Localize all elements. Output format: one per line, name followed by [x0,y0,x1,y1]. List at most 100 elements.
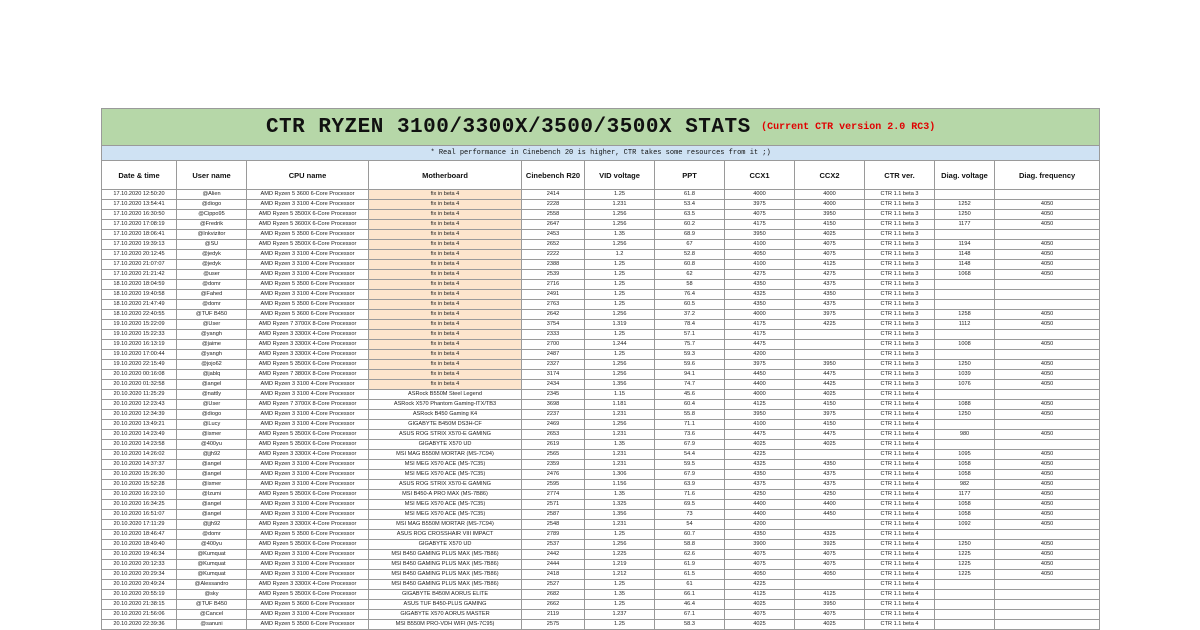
cell-cpu-name[interactable]: AMD Ryzen 3 3100 4-Core Processor [246,419,369,430]
cell-diag-frequency[interactable]: 4050 [993,409,1101,420]
cell-diag-voltage[interactable] [934,579,995,590]
cell-user-name[interactable]: @sky [176,589,247,600]
cell-cinebench-r20[interactable]: 2527 [521,579,585,590]
cell-ctr-ver[interactable]: CTR 1.1 beta 3 [864,189,935,200]
cell-ccx1[interactable]: 4050 [724,569,795,580]
cell-user-name[interactable]: @jjh92 [176,449,247,460]
cell-cinebench-r20[interactable]: 3754 [521,319,585,330]
cell-ppt[interactable]: 60.5 [654,299,725,310]
cell-cinebench-r20[interactable]: 2453 [521,229,585,240]
cell-cinebench-r20[interactable]: 2487 [521,349,585,360]
cell-ppt[interactable]: 37.2 [654,309,725,320]
cell-ccx1[interactable]: 4350 [724,529,795,540]
cell-ppt[interactable]: 54.4 [654,449,725,460]
cell-ppt[interactable]: 73.6 [654,429,725,440]
cell-ccx1[interactable]: 4325 [724,459,795,470]
cell-diag-frequency[interactable]: 4050 [993,519,1101,530]
cell-diag-voltage[interactable]: 1092 [934,519,995,530]
column-header-ccx1[interactable]: CCX1 [724,160,795,190]
cell-ccx2[interactable]: 3975 [794,409,865,420]
cell-user-name[interactable]: @diogo [176,199,247,210]
cell-ccx1[interactable]: 4225 [724,449,795,460]
cell-motherboard[interactable]: ASUS TUF B450-PLUS GAMING [368,599,522,610]
cell-vid-voltage[interactable]: 1.15 [584,389,655,400]
cell-user-name[interactable]: @domr [176,529,247,540]
cell-date-time[interactable]: 20.10.2020 11:25:29 [101,389,177,400]
cell-vid-voltage[interactable]: 1.244 [584,339,655,350]
cell-cpu-name[interactable]: AMD Ryzen 3 3300X 4-Core Processor [246,329,369,340]
cell-ctr-ver[interactable]: CTR 1.1 beta 3 [864,309,935,320]
cell-ctr-ver[interactable]: CTR 1.1 beta 4 [864,619,935,630]
cell-vid-voltage[interactable]: 1.35 [584,589,655,600]
cell-diag-voltage[interactable]: 1177 [934,219,995,230]
cell-user-name[interactable]: @400yu [176,539,247,550]
cell-date-time[interactable]: 20.10.2020 14:23:58 [101,439,177,450]
cell-diag-frequency[interactable]: 4050 [993,369,1101,380]
cell-user-name[interactable]: @Inkvizitor [176,229,247,240]
cell-cinebench-r20[interactable]: 2539 [521,269,585,280]
cell-diag-voltage[interactable] [934,439,995,450]
cell-diag-frequency[interactable]: 4050 [993,239,1101,250]
column-header-diag-frequency[interactable]: Diag. frequency [993,160,1101,190]
cell-ppt[interactable]: 59.5 [654,459,725,470]
cell-diag-frequency[interactable]: 4050 [993,379,1101,390]
cell-cinebench-r20[interactable]: 2571 [521,499,585,510]
cell-ccx1[interactable]: 4200 [724,349,795,360]
cell-date-time[interactable]: 19.10.2020 16:13:19 [101,339,177,350]
cell-user-name[interactable]: @sanuni [176,619,247,630]
column-header-motherboard[interactable]: Motherboard [368,160,522,190]
cell-cpu-name[interactable]: AMD Ryzen 3 3100 4-Core Processor [246,409,369,420]
cell-diag-voltage[interactable]: 1250 [934,209,995,220]
cell-vid-voltage[interactable]: 1.256 [584,539,655,550]
cell-diag-frequency[interactable] [993,189,1101,200]
cell-motherboard[interactable]: MSI B450-A PRO MAX (MS-7B86) [368,489,522,500]
cell-vid-voltage[interactable]: 1.231 [584,409,655,420]
cell-vid-voltage[interactable]: 1.256 [584,369,655,380]
cell-vid-voltage[interactable]: 1.25 [584,269,655,280]
cell-diag-frequency[interactable]: 4050 [993,219,1101,230]
cell-ppt[interactable]: 54 [654,519,725,530]
cell-cpu-name[interactable]: AMD Ryzen 3 3100 4-Core Processor [246,459,369,470]
cell-ppt[interactable]: 60.7 [654,529,725,540]
cell-vid-voltage[interactable]: 1.256 [584,239,655,250]
cell-ctr-ver[interactable]: CTR 1.1 beta 3 [864,299,935,310]
cell-cpu-name[interactable]: AMD Ryzen 3 3100 4-Core Processor [246,249,369,260]
cell-ccx2[interactable]: 4075 [794,249,865,260]
cell-user-name[interactable]: @TUF B450 [176,599,247,610]
cell-ctr-ver[interactable]: CTR 1.1 beta 4 [864,509,935,520]
cell-ccx1[interactable]: 4075 [724,209,795,220]
cell-cpu-name[interactable]: AMD Ryzen 5 3500 6-Core Processor [246,529,369,540]
cell-motherboard[interactable]: fix in beta 4 [368,309,522,320]
cell-diag-frequency[interactable]: 4050 [993,549,1101,560]
cell-diag-voltage[interactable]: 1058 [934,469,995,480]
cell-diag-frequency[interactable]: 4050 [993,509,1101,520]
cell-ppt[interactable]: 73 [654,509,725,520]
cell-diag-frequency[interactable] [993,619,1101,630]
cell-ccx2[interactable] [794,449,865,460]
cell-motherboard[interactable]: ASRock B450 Gaming K4 [368,409,522,420]
cell-ccx2[interactable]: 4475 [794,429,865,440]
cell-cinebench-r20[interactable]: 2789 [521,529,585,540]
cell-vid-voltage[interactable]: 1.25 [584,599,655,610]
cell-date-time[interactable]: 17.10.2020 21:21:42 [101,269,177,280]
cell-ctr-ver[interactable]: CTR 1.1 beta 3 [864,209,935,220]
cell-motherboard[interactable]: ASRock B550M Steel Legend [368,389,522,400]
cell-cinebench-r20[interactable]: 2476 [521,469,585,480]
cell-ctr-ver[interactable]: CTR 1.1 beta 3 [864,219,935,230]
cell-diag-voltage[interactable]: 1252 [934,199,995,210]
cell-ccx2[interactable]: 4325 [794,529,865,540]
cell-vid-voltage[interactable]: 1.35 [584,229,655,240]
cell-cpu-name[interactable]: AMD Ryzen 5 3500X 6-Core Processor [246,359,369,370]
cell-vid-voltage[interactable]: 1.256 [584,219,655,230]
cell-date-time[interactable]: 19.10.2020 17:00:44 [101,349,177,360]
cell-diag-voltage[interactable]: 982 [934,479,995,490]
cell-motherboard[interactable]: GIGABYTE X570 UD [368,539,522,550]
cell-diag-frequency[interactable] [993,599,1101,610]
cell-ccx1[interactable]: 4250 [724,489,795,500]
cell-cinebench-r20[interactable]: 2642 [521,309,585,320]
cell-ctr-ver[interactable]: CTR 1.1 beta 3 [864,229,935,240]
column-header-date-time[interactable]: Date & time [101,160,177,190]
cell-ccx1[interactable]: 4200 [724,519,795,530]
cell-ctr-ver[interactable]: CTR 1.1 beta 4 [864,479,935,490]
cell-user-name[interactable]: @yangh [176,329,247,340]
